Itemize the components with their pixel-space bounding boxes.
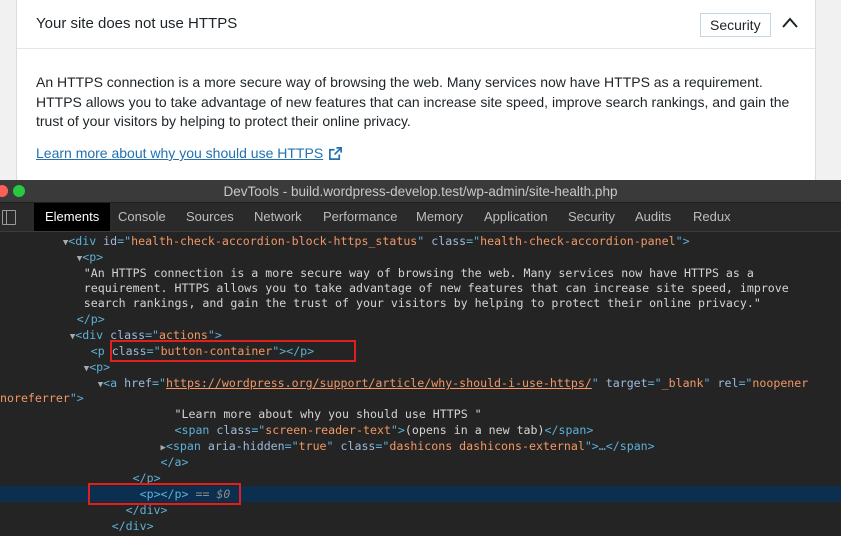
learn-more-link[interactable]: Learn more about why you should use HTTP…: [36, 145, 343, 161]
dom-node-p[interactable]: ▼<p>: [0, 249, 841, 265]
tab-console[interactable]: Console: [107, 203, 177, 231]
dom-node-div-close[interactable]: </div>: [0, 518, 841, 534]
tab-audits[interactable]: Audits: [624, 203, 682, 231]
tab-sources[interactable]: Sources: [175, 203, 245, 231]
tab-performance[interactable]: Performance: [312, 203, 408, 231]
dom-text-line-3: search rankings, and gain the trust of y…: [83, 296, 761, 310]
dom-node-p-close[interactable]: </p>: [0, 311, 841, 327]
devtools-tab-bar: Elements Console Sources Network Perform…: [0, 203, 841, 232]
highlight-box-button-container: [110, 340, 356, 362]
tab-network[interactable]: Network: [243, 203, 313, 231]
dom-node-span-dashicon[interactable]: ▶<span aria-hidden="true" class="dashico…: [0, 438, 841, 454]
devtools-window-title: DevTools - build.wordpress-develop.test/…: [223, 184, 618, 199]
tab-application[interactable]: Application: [473, 203, 559, 231]
elements-dom-tree: ▼<div id="health-check-accordion-block-h…: [0, 232, 841, 536]
external-link-icon: [329, 146, 343, 160]
dom-node-anchor[interactable]: ▼<a href="https://wordpress.org/support/…: [0, 375, 841, 391]
tab-security[interactable]: Security: [557, 203, 626, 231]
devtools-window: DevTools - build.wordpress-develop.test/…: [0, 180, 841, 536]
dom-node-panel-div[interactable]: ▼<div id="health-check-accordion-block-h…: [0, 233, 841, 249]
dom-node-a-close[interactable]: </a>: [0, 454, 841, 470]
dom-anchor-text: "Learn more about why you should use HTT…: [174, 407, 482, 421]
dom-node-span-sr[interactable]: <span class="screen-reader-text">(opens …: [0, 422, 841, 438]
tab-redux[interactable]: Redux: [682, 203, 742, 231]
site-health-accordion-panel: Your site does not use HTTPS Security An…: [16, 0, 816, 180]
wordpress-page: Your site does not use HTTPS Security An…: [0, 0, 841, 180]
tab-elements[interactable]: Elements: [34, 203, 111, 231]
dom-anchor-rel-cont: noreferrer">: [0, 391, 84, 405]
highlight-box-empty-p: [88, 483, 241, 505]
dom-text-line-2: requirement. HTTPS allows you to take ad…: [83, 281, 789, 295]
dom-text-line-1: "An HTTPS connection is a more secure wa…: [83, 266, 754, 280]
accordion-title[interactable]: Your site does not use HTTPS: [36, 15, 237, 32]
learn-more-link-text[interactable]: Learn more about why you should use HTTP…: [36, 145, 323, 161]
divider: [17, 48, 815, 49]
security-badge: Security: [700, 13, 771, 37]
dock-side-icon[interactable]: [2, 210, 16, 225]
tab-memory[interactable]: Memory: [405, 203, 474, 231]
accordion-description: An HTTPS connection is a more secure way…: [36, 74, 790, 129]
chevron-up-icon[interactable]: [781, 14, 799, 32]
devtools-titlebar: DevTools - build.wordpress-develop.test/…: [0, 180, 841, 203]
